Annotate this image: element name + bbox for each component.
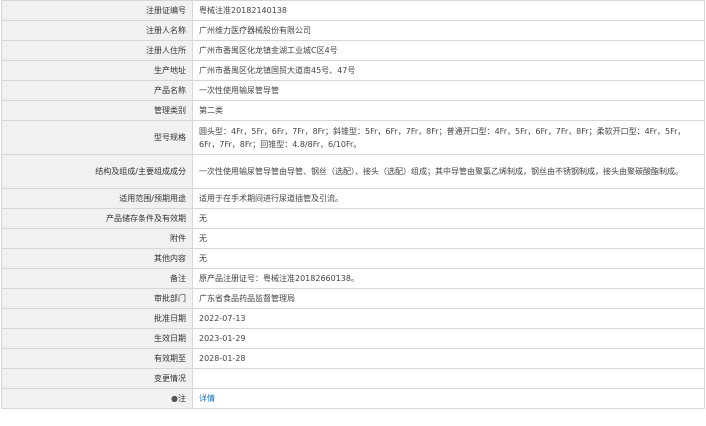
row-label: 审批部门 bbox=[1, 288, 193, 309]
row-value: 2022-07-13 bbox=[192, 308, 705, 329]
table-row: 其他内容 无 bbox=[1, 248, 705, 269]
note-value-cell: 详情 bbox=[192, 388, 705, 409]
row-value: 无 bbox=[192, 208, 705, 229]
row-value: 适用于在手术期间进行尿道插管及引流。 bbox=[192, 188, 705, 209]
table-row: 注册人住所 广州市番禺区化龙镇金湖工业城C区4号 bbox=[1, 40, 705, 61]
table-row: 有效期至 2028-01-28 bbox=[1, 348, 705, 369]
row-label: 其他内容 bbox=[1, 248, 193, 269]
row-label: 管理类别 bbox=[1, 100, 193, 121]
row-label: 注册人名称 bbox=[1, 20, 193, 41]
row-value: 广州市番禺区化龙镇国贸大道南45号、47号 bbox=[192, 60, 705, 81]
row-label: 型号规格 bbox=[1, 120, 193, 155]
registration-table: 注册证编号 粤械注准20182140138 注册人名称 广州维力医疗器械股份有限… bbox=[1, 0, 705, 409]
row-label: 有效期至 bbox=[1, 348, 193, 369]
row-value: 广州市番禺区化龙镇金湖工业城C区4号 bbox=[192, 40, 705, 61]
table-row: 备注 原产品注册证号：粤械注准20182660138。 bbox=[1, 268, 705, 289]
table-row: 管理类别 第二类 bbox=[1, 100, 705, 121]
row-value: 2023-01-29 bbox=[192, 328, 705, 349]
table-row-note: ●注 详情 bbox=[1, 388, 705, 409]
note-label-cell: ●注 bbox=[1, 388, 193, 409]
row-label: 变更情况 bbox=[1, 368, 193, 389]
row-label: 注册人住所 bbox=[1, 40, 193, 61]
row-value: 原产品注册证号：粤械注准20182660138。 bbox=[192, 268, 705, 289]
row-value: 一次性使用输尿管导管 bbox=[192, 80, 705, 101]
details-link[interactable]: 详情 bbox=[199, 394, 215, 403]
row-label: 批准日期 bbox=[1, 308, 193, 329]
row-label: 生产地址 bbox=[1, 60, 193, 81]
row-value: 广州维力医疗器械股份有限公司 bbox=[192, 20, 705, 41]
row-label: 附件 bbox=[1, 228, 193, 249]
table-row: 变更情况 bbox=[1, 368, 705, 389]
table-row: 产品储存条件及有效期 无 bbox=[1, 208, 705, 229]
registration-detail-panel: 注册证编号 粤械注准20182140138 注册人名称 广州维力医疗器械股份有限… bbox=[1, 0, 705, 409]
table-row: 生效日期 2023-01-29 bbox=[1, 328, 705, 349]
table-row: 批准日期 2022-07-13 bbox=[1, 308, 705, 329]
table-row: 注册证编号 粤械注准20182140138 bbox=[1, 0, 705, 21]
table-row: 适用范围/预期用途 适用于在手术期间进行尿道插管及引流。 bbox=[1, 188, 705, 209]
table-row: 生产地址 广州市番禺区化龙镇国贸大道南45号、47号 bbox=[1, 60, 705, 81]
note-label: 注 bbox=[178, 394, 186, 403]
row-value bbox=[192, 368, 705, 389]
row-value: 圆头型：4Fr，5Fr，6Fr，7Fr，8Fr；斜锥型：5Fr，6Fr，7Fr，… bbox=[192, 120, 705, 155]
row-value: 粤械注准20182140138 bbox=[192, 0, 705, 21]
row-label: 产品储存条件及有效期 bbox=[1, 208, 193, 229]
row-value: 无 bbox=[192, 248, 705, 269]
row-value: 第二类 bbox=[192, 100, 705, 121]
table-row: 产品名称 一次性使用输尿管导管 bbox=[1, 80, 705, 101]
row-label: 备注 bbox=[1, 268, 193, 289]
table-row: 型号规格 圆头型：4Fr，5Fr，6Fr，7Fr，8Fr；斜锥型：5Fr，6Fr… bbox=[1, 120, 705, 155]
row-label: 注册证编号 bbox=[1, 0, 193, 21]
table-row: 结构及组成/主要组成成分 一次性使用输尿管导管由导管、钢丝（选配）、接头（选配）… bbox=[1, 154, 705, 189]
table-row: 注册人名称 广州维力医疗器械股份有限公司 bbox=[1, 20, 705, 41]
row-value: 广东省食品药品监督管理局 bbox=[192, 288, 705, 309]
row-label: 结构及组成/主要组成成分 bbox=[1, 154, 193, 189]
row-label: 生效日期 bbox=[1, 328, 193, 349]
table-row: 附件 无 bbox=[1, 228, 705, 249]
row-value: 2028-01-28 bbox=[192, 348, 705, 369]
row-label: 适用范围/预期用途 bbox=[1, 188, 193, 209]
row-value: 一次性使用输尿管导管由导管、钢丝（选配）、接头（选配）组成；其中导管由聚氯乙烯制… bbox=[192, 154, 705, 189]
pin-icon: ● bbox=[171, 394, 178, 403]
row-label: 产品名称 bbox=[1, 80, 193, 101]
table-row: 审批部门 广东省食品药品监督管理局 bbox=[1, 288, 705, 309]
row-value: 无 bbox=[192, 228, 705, 249]
